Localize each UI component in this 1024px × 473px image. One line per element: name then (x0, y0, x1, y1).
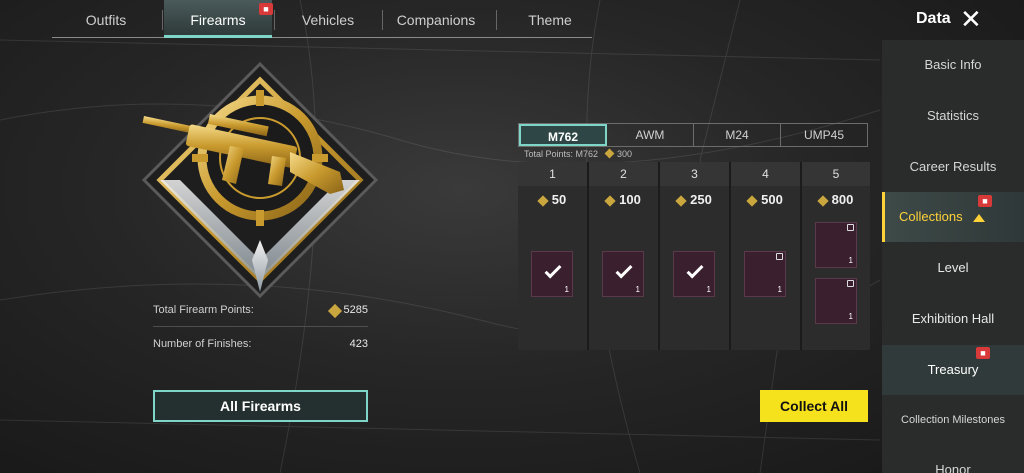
total-points-value: 300 (617, 149, 633, 159)
tab-divider (496, 10, 497, 30)
sidebar-item-collections[interactable]: Collections (882, 192, 1024, 242)
milestone-number: 5 (802, 162, 870, 186)
claimed-check-icon (544, 261, 562, 279)
milestone-column: 2 100 1 (589, 162, 658, 350)
reward-item[interactable]: 1 (815, 278, 857, 324)
gift-badge-icon: ■ (978, 195, 992, 207)
milestone-column: 3 250 1 (660, 162, 729, 350)
lock-icon (847, 224, 854, 231)
milestone-column: 4 500 1 (731, 162, 800, 350)
milestone-grid: 1 50 1 2 100 1 3 250 1 4 500 1 5 800 1 1 (518, 162, 870, 350)
points-coin-icon (816, 194, 829, 207)
tab-m24[interactable]: M24 (694, 124, 781, 146)
sidebar-item-honor[interactable]: Honor (882, 445, 1024, 473)
milestone-points: 100 (589, 186, 658, 214)
milestone-points-value: 50 (551, 192, 567, 207)
sidebar-item-label: Collections (899, 209, 963, 224)
tab-ump45[interactable]: UMP45 (781, 124, 867, 146)
sidebar-item-exhibition-hall[interactable]: Exhibition Hall (882, 294, 1024, 344)
tab-companions[interactable]: Companions (384, 0, 488, 38)
claimed-check-icon (686, 261, 704, 279)
milestone-points: 500 (731, 186, 800, 214)
milestone-points: 800 (802, 186, 870, 214)
collapse-arrow-icon (972, 213, 985, 222)
milestone-number: 4 (731, 162, 800, 186)
milestone-column: 1 50 1 (518, 162, 587, 350)
milestone-points-value: 250 (690, 192, 712, 207)
tab-awm[interactable]: AWM (607, 124, 694, 146)
reward-item[interactable]: 1 (602, 251, 644, 297)
reward-item[interactable]: 1 (815, 222, 857, 268)
stat-label: Number of Finishes: (153, 338, 252, 350)
stat-label: Total Firearm Points: (153, 304, 254, 316)
milestone-number: 1 (518, 162, 587, 186)
points-coin-icon (604, 194, 616, 207)
tab-m762[interactable]: M762 (519, 124, 607, 146)
tab-divider (382, 10, 383, 30)
tab-divider (274, 10, 275, 30)
collect-all-button[interactable]: Collect All (760, 390, 868, 422)
points-coin-icon (746, 194, 758, 207)
points-coin-icon (537, 194, 549, 207)
milestone-points-value: 500 (761, 192, 783, 207)
reward-quantity: 1 (848, 256, 853, 265)
claimed-check-icon (615, 261, 633, 279)
total-points-label: Total Points: M762 (524, 149, 599, 159)
weapon-total-points: Total Points: M762 300 (524, 148, 633, 159)
total-firearm-points-row: Total Firearm Points: 5285 (153, 303, 368, 328)
reward-item[interactable]: 1 (744, 251, 786, 297)
page-title: Data (916, 10, 951, 27)
milestone-column: 5 800 1 1 (802, 162, 870, 350)
reward-quantity: 1 (635, 285, 640, 294)
sidebar: Basic Info Statistics Career Results Col… (882, 40, 1024, 473)
tab-theme[interactable]: Theme (498, 0, 602, 38)
milestone-points: 250 (660, 186, 729, 214)
sidebar-item-basic-info[interactable]: Basic Info (882, 40, 1024, 90)
divider (153, 326, 368, 327)
reward-item[interactable]: 1 (673, 251, 715, 297)
milestone-points-value: 800 (831, 192, 854, 207)
reward-quantity: 1 (777, 285, 782, 294)
sidebar-item-career-results[interactable]: Career Results (882, 142, 1024, 192)
sidebar-item-treasury[interactable]: Treasury (882, 345, 1024, 395)
sidebar-item-collection-milestones[interactable]: Collection Milestones (882, 395, 1024, 445)
firearm-emblem-icon (141, 61, 379, 299)
points-coin-icon (327, 303, 343, 319)
stat-value: 423 (349, 338, 368, 350)
close-icon[interactable]: ✕ (960, 6, 982, 32)
points-coin-icon (675, 194, 687, 207)
sidebar-item-level[interactable]: Level (882, 243, 1024, 293)
tab-vehicles[interactable]: Vehicles (276, 0, 380, 38)
reward-quantity: 1 (848, 312, 853, 321)
number-of-finishes-row: Number of Finishes: 423 (153, 338, 368, 362)
lock-icon (847, 280, 854, 287)
milestone-number: 3 (660, 162, 729, 186)
milestone-points-value: 100 (619, 192, 641, 207)
tab-outfits[interactable]: Outfits (52, 0, 160, 38)
all-firearms-button[interactable]: All Firearms (153, 390, 368, 422)
gift-badge-icon: ■ (259, 3, 273, 15)
reward-quantity: 1 (564, 285, 569, 294)
stat-value: 5285 (343, 304, 368, 316)
reward-quantity: 1 (706, 285, 711, 294)
weapon-tab-bar: M762 AWM M24 UMP45 (518, 123, 868, 147)
milestone-number: 2 (589, 162, 658, 186)
milestone-points: 50 (518, 186, 587, 214)
lock-icon (776, 253, 783, 260)
gift-badge-icon: ■ (976, 347, 990, 359)
reward-item[interactable]: 1 (531, 251, 573, 297)
tab-firearms[interactable]: Firearms (164, 0, 272, 38)
points-coin-icon (604, 148, 615, 159)
top-tab-bar: Outfits Firearms ■ Vehicles Companions T… (52, 0, 592, 38)
tab-divider (162, 10, 163, 30)
sidebar-item-statistics[interactable]: Statistics (882, 91, 1024, 141)
